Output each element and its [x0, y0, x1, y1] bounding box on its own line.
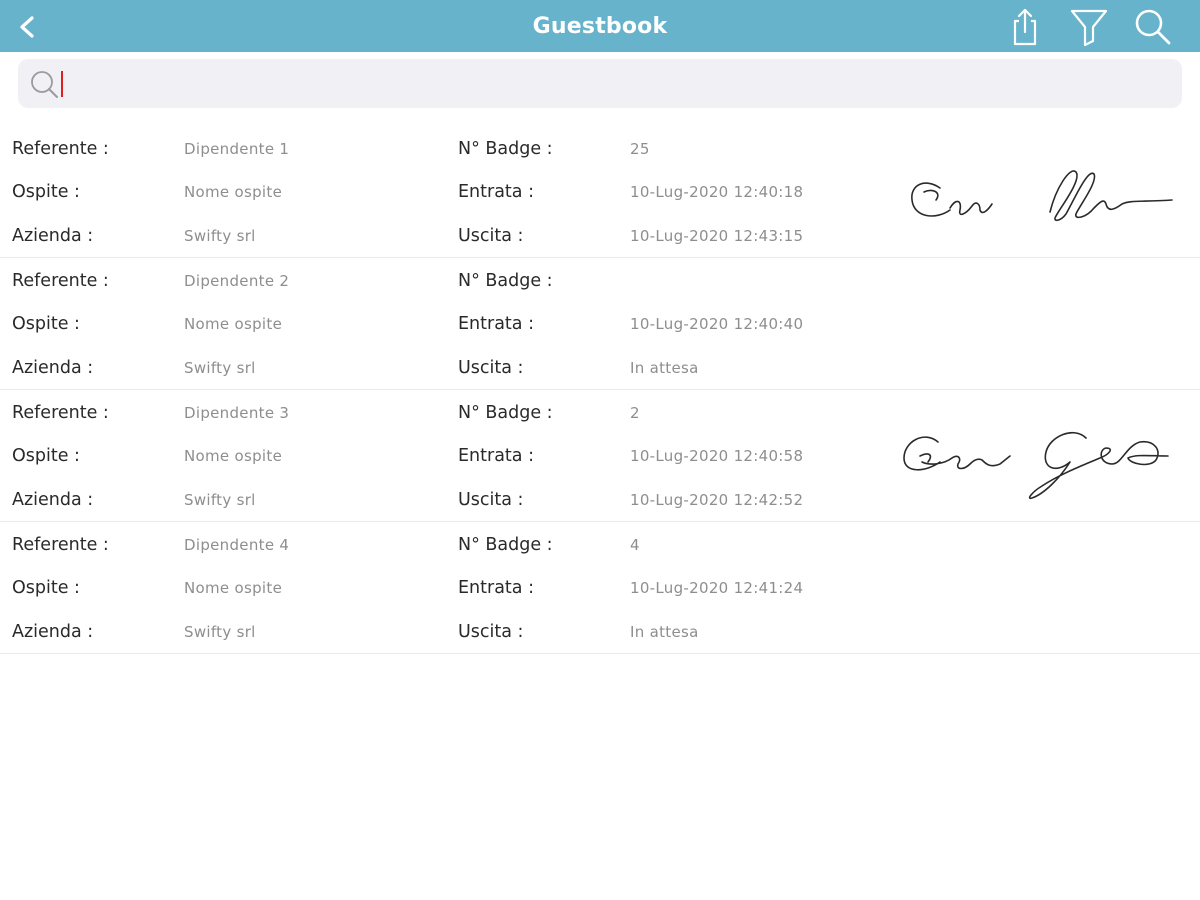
uscita-label: Uscita : — [458, 226, 524, 246]
chevron-left-icon — [20, 16, 34, 38]
back-button[interactable] — [8, 6, 48, 46]
referente-value: Dipendente 3 — [184, 404, 290, 422]
referente-label: Referente : — [12, 139, 109, 159]
uscita-value: 10-Lug-2020 12:43:15 — [630, 227, 804, 245]
filter-button[interactable] — [1067, 4, 1111, 48]
guest-entry[interactable]: Referente : Dipendente 3 Ospite : Nome o… — [0, 390, 1200, 522]
azienda-label: Azienda : — [12, 226, 94, 246]
search-input[interactable] — [76, 67, 1170, 102]
uscita-value: 10-Lug-2020 12:42:52 — [630, 491, 804, 509]
azienda-label: Azienda : — [12, 358, 94, 378]
share-button[interactable] — [1003, 4, 1047, 48]
referente-label: Referente : — [12, 403, 109, 423]
badge-value: 25 — [630, 140, 650, 158]
azienda-value: Swifty srl — [184, 359, 256, 377]
search-bar — [18, 59, 1182, 108]
azienda-label: Azienda : — [12, 490, 94, 510]
badge-label: N° Badge : — [458, 139, 553, 159]
badge-label: N° Badge : — [458, 535, 553, 555]
uscita-value: In attesa — [630, 623, 699, 641]
ospite-value: Nome ospite — [184, 579, 283, 597]
guest-entry[interactable]: Referente : Dipendente 2 Ospite : Nome o… — [0, 258, 1200, 390]
entrata-value: 10-Lug-2020 12:41:24 — [630, 579, 804, 597]
entrata-label: Entrata : — [458, 578, 534, 598]
badge-label: N° Badge : — [458, 403, 553, 423]
guest-entry[interactable]: Referente : Dipendente 1 Ospite : Nome o… — [0, 126, 1200, 258]
entrata-value: 10-Lug-2020 12:40:40 — [630, 315, 804, 333]
badge-value: 2 — [630, 404, 640, 422]
azienda-value: Swifty srl — [184, 227, 256, 245]
search-button[interactable] — [1130, 4, 1174, 48]
referente-label: Referente : — [12, 271, 109, 291]
referente-value: Dipendente 4 — [184, 536, 290, 554]
guest-list: Referente : Dipendente 1 Ospite : Nome o… — [0, 126, 1200, 654]
entrata-label: Entrata : — [458, 182, 534, 202]
entrata-value: 10-Lug-2020 12:40:18 — [630, 183, 804, 201]
guest-entry[interactable]: Referente : Dipendente 4 Ospite : Nome o… — [0, 522, 1200, 654]
search-icon — [1135, 9, 1171, 45]
referente-value: Dipendente 2 — [184, 272, 290, 290]
azienda-label: Azienda : — [12, 622, 94, 642]
uscita-label: Uscita : — [458, 622, 524, 642]
signature-image — [900, 148, 1180, 238]
signature-image — [900, 412, 1180, 502]
filter-icon — [1070, 9, 1108, 47]
entrata-label: Entrata : — [458, 314, 534, 334]
uscita-value: In attesa — [630, 359, 699, 377]
badge-value: 4 — [630, 536, 640, 554]
entrata-value: 10-Lug-2020 12:40:58 — [630, 447, 804, 465]
referente-value: Dipendente 1 — [184, 140, 290, 158]
badge-label: N° Badge : — [458, 271, 553, 291]
ospite-value: Nome ospite — [184, 447, 283, 465]
uscita-label: Uscita : — [458, 490, 524, 510]
ospite-label: Ospite : — [12, 182, 80, 202]
uscita-label: Uscita : — [458, 358, 524, 378]
ospite-value: Nome ospite — [184, 315, 283, 333]
azienda-value: Swifty srl — [184, 491, 256, 509]
entrata-label: Entrata : — [458, 446, 534, 466]
azienda-value: Swifty srl — [184, 623, 256, 641]
share-icon — [1013, 8, 1037, 46]
referente-label: Referente : — [12, 535, 109, 555]
search-icon — [31, 71, 58, 98]
text-cursor — [61, 71, 63, 97]
ospite-label: Ospite : — [12, 446, 80, 466]
ospite-label: Ospite : — [12, 578, 80, 598]
navigation-bar: Guestbook — [0, 0, 1200, 52]
ospite-value: Nome ospite — [184, 183, 283, 201]
ospite-label: Ospite : — [12, 314, 80, 334]
